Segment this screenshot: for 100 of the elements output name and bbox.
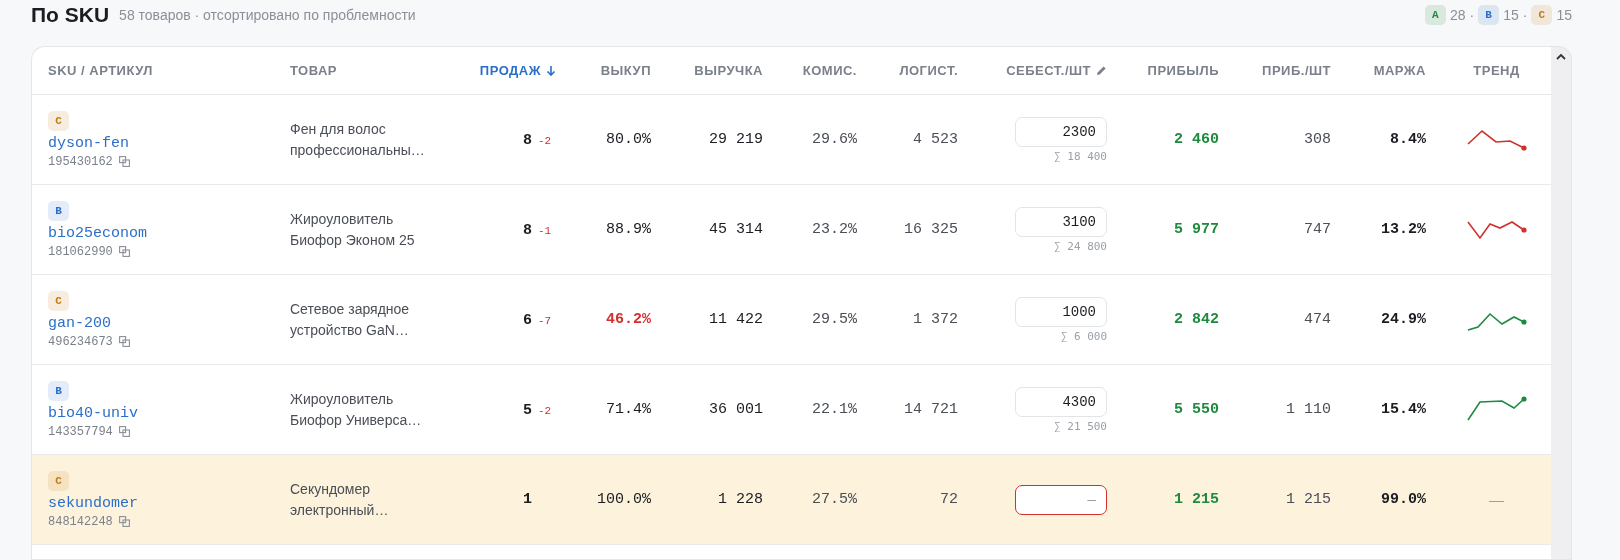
buyout-value: 71.4% (606, 401, 651, 418)
revenue-value: 45 314 (709, 221, 763, 238)
grade-badge: C (48, 290, 69, 311)
column-header[interactable]: МАРЖА (1347, 47, 1442, 94)
column-header[interactable]: ВЫКУП (572, 47, 667, 94)
product-name: Жироуловитель Биофор Эконом 25 (290, 209, 416, 250)
profit-value: 1 215 (1174, 491, 1219, 508)
margin-value: 13.2% (1381, 221, 1426, 238)
separator-dot: · (1469, 7, 1475, 23)
commission-value: 23.2% (812, 221, 857, 238)
sku-link[interactable]: sekundomer (48, 494, 138, 512)
grade-badge: B (48, 200, 69, 221)
copy-icon[interactable] (118, 426, 130, 437)
commission-value: 27.5% (812, 491, 857, 508)
revenue-value: 1 228 (718, 491, 763, 508)
buyout-value: 46.2% (606, 311, 651, 328)
grade-badge: C (48, 110, 69, 131)
buyout-value: 100.0% (597, 491, 651, 508)
logistics-value: 1 372 (913, 311, 958, 328)
trend-dash: — (1489, 491, 1504, 508)
cost-total: ∑ 24 800 (1054, 239, 1107, 253)
sku-link[interactable]: gan-200 (48, 314, 111, 332)
sales-count: 8 (523, 222, 532, 239)
margin-value: 15.4% (1381, 401, 1426, 418)
cost-input[interactable]: 4300 (1015, 386, 1107, 417)
product-name: Сетевое зарядное устройство GaN… (290, 299, 411, 340)
sales-count: 6 (523, 312, 532, 329)
sales-delta: -2 (538, 405, 552, 417)
product-name: Секундомер электронный… (290, 479, 390, 520)
scrollbar[interactable] (1551, 46, 1572, 560)
sales-delta: -1 (538, 225, 552, 237)
commission-value: 29.5% (812, 311, 857, 328)
cost-input[interactable]: 1000 (1015, 296, 1107, 327)
profit-per-unit: 308 (1304, 131, 1331, 148)
sales-count: 5 (523, 402, 532, 419)
profit-per-unit: 747 (1304, 221, 1331, 238)
margin-value: 99.0% (1381, 491, 1426, 508)
sku-link[interactable]: bio40-univ (48, 404, 138, 422)
column-header[interactable]: ТРЕНД (1442, 47, 1551, 94)
grade-badge: B (48, 380, 69, 401)
column-header[interactable]: КОМИС. (779, 47, 873, 94)
product-name: Фен для волос профессиональны… (290, 119, 426, 160)
grade-badge: A (1424, 5, 1446, 25)
profit-value: 5 977 (1174, 221, 1219, 238)
logistics-value: 14 721 (904, 401, 958, 418)
cost-total: ∑ 18 400 (1054, 149, 1107, 163)
copy-icon[interactable] (118, 156, 130, 167)
column-header[interactable]: ПРОДАЖ (456, 47, 572, 94)
separator-dot: · (1522, 7, 1528, 23)
profit-value: 5 550 (1174, 401, 1219, 418)
profit-per-unit: 1 215 (1286, 491, 1331, 508)
logistics-value: 4 523 (913, 131, 958, 148)
buyout-value: 88.9% (606, 221, 651, 238)
sales-count: 8 (523, 132, 532, 149)
article-number: 496234673 (48, 334, 113, 349)
cost-total: ∑ 21 500 (1054, 419, 1107, 433)
profit-value: 2 842 (1174, 311, 1219, 328)
column-header[interactable]: ЛОГИСТ. (873, 47, 974, 94)
grade-badge: C (1531, 5, 1553, 25)
sales-count: 1 (523, 491, 532, 508)
sales-delta: -2 (538, 135, 552, 147)
column-header[interactable]: ТОВАР (274, 47, 456, 94)
buyout-value: 80.0% (606, 131, 651, 148)
grade-badge: C (48, 470, 69, 491)
article-number: 848142248 (48, 514, 113, 529)
column-header[interactable]: ПРИБ./ШТ (1235, 47, 1347, 94)
revenue-value: 36 001 (709, 401, 763, 418)
profit-per-unit: 1 110 (1286, 401, 1331, 418)
column-header[interactable]: ВЫРУЧКА (667, 47, 779, 94)
copy-icon[interactable] (118, 336, 130, 347)
grade-count: 15 (1556, 7, 1572, 23)
copy-icon[interactable] (118, 516, 130, 527)
cost-input[interactable]: 2300 (1015, 116, 1107, 147)
copy-icon[interactable] (118, 246, 130, 257)
sort-arrow-icon (546, 64, 556, 77)
product-name: Жироуловитель Биофор Универса… (290, 389, 423, 430)
column-header[interactable]: ПРИБЫЛЬ (1123, 47, 1235, 94)
section-subtitle: 58 товаров · отсортировано по проблемности (119, 7, 417, 23)
margin-value: 8.4% (1390, 131, 1426, 148)
column-header[interactable]: SKU / АРТИКУЛ (32, 47, 274, 94)
profit-value: 2 460 (1174, 131, 1219, 148)
grade-badge: B (1478, 5, 1500, 25)
commission-value: 22.1% (812, 401, 857, 418)
table-row[interactable]: C sekundomer 848142248 Секундомер электронный… 1 100.0% 1 228 27.5% 72 — 1 215 1 215 99.0% — (32, 455, 1551, 545)
cost-total: ∑ 6 000 (1060, 329, 1107, 343)
logistics-value: 72 (940, 491, 958, 508)
revenue-value: 11 422 (709, 311, 763, 328)
caret-up-icon[interactable] (1556, 53, 1566, 60)
cost-input[interactable]: — (1015, 484, 1107, 515)
article-number: 143357794 (48, 424, 113, 439)
article-number: 181062990 (48, 244, 113, 259)
revenue-value: 29 219 (709, 131, 763, 148)
logistics-value: 16 325 (904, 221, 958, 238)
grade-count: 28 (1449, 7, 1466, 23)
sales-delta: -7 (538, 315, 552, 327)
sku-link[interactable]: dyson-fen (48, 134, 129, 152)
article-number: 195430162 (48, 154, 113, 169)
cost-input[interactable]: 3100 (1015, 206, 1107, 237)
column-header[interactable]: СЕБЕСТ./ШТ (974, 47, 1123, 94)
sku-link[interactable]: bio25econom (48, 224, 148, 242)
